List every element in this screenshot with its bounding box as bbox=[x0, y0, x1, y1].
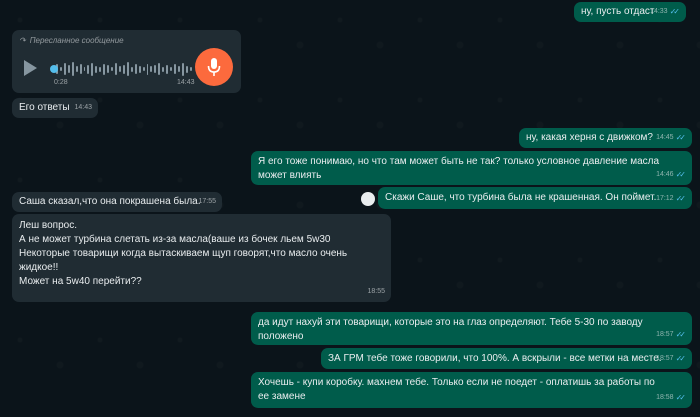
message-text: ЗА ГРМ тебе тоже говорили, что 100%. А в… bbox=[328, 353, 662, 364]
message-meta: 18:58 ✓✓ bbox=[656, 391, 686, 405]
message-text: Леш вопрос. А не может турбина слетать и… bbox=[19, 220, 348, 287]
message-time: 14:33 bbox=[650, 8, 668, 15]
message-text: Я его тоже понимаю, но что там может быт… bbox=[258, 156, 662, 181]
message-meta: 14:46 ✓✓ bbox=[656, 168, 686, 182]
read-ticks-icon: ✓✓ bbox=[675, 354, 687, 363]
message-text: Саша сказал,что она покрашена была. bbox=[19, 196, 201, 207]
message-outgoing[interactable]: Я его тоже понимаю, но что там может быт… bbox=[251, 151, 692, 185]
message-outgoing[interactable]: ЗА ГРМ тебе тоже говорили, что 100%. А в… bbox=[321, 348, 692, 369]
message-incoming[interactable]: Саша сказал,что она покрашена была. 17:5… bbox=[12, 192, 222, 212]
forward-arrow-icon: ↷ bbox=[19, 36, 26, 45]
message-outgoing[interactable]: да идут нахуй эти товарищи, которые это … bbox=[251, 312, 692, 345]
message-meta: 18:57 ✓✓ bbox=[656, 328, 686, 342]
message-meta: 18:57 ✓✓ bbox=[656, 352, 686, 366]
message-meta: 14:33 ✓✓ bbox=[650, 5, 680, 19]
message-meta: 14:45 ✓✓ bbox=[656, 131, 686, 145]
message-text: Хочешь - купи коробку. махнем тебе. Толь… bbox=[258, 377, 658, 402]
message-meta: 17:12 ✓✓ bbox=[656, 192, 686, 206]
message-text: Его ответы bbox=[19, 102, 70, 113]
read-ticks-icon: ✓✓ bbox=[675, 170, 687, 179]
audio-duration: 0:28 bbox=[54, 79, 68, 86]
read-ticks-icon: ✓✓ bbox=[669, 7, 681, 16]
read-ticks-icon: ✓✓ bbox=[675, 133, 687, 142]
message-outgoing[interactable]: ну, какая херня с движком? 14:45 ✓✓ bbox=[519, 128, 692, 148]
message-outgoing[interactable]: Хочешь - купи коробку. махнем тебе. Толь… bbox=[251, 372, 692, 408]
message-outgoing[interactable]: ну, пусть отдаст 14:33 ✓✓ bbox=[574, 2, 686, 22]
message-meta: 18:55 bbox=[367, 285, 385, 299]
message-time: 17:12 bbox=[656, 195, 674, 202]
message-outgoing[interactable]: Скажи Саше, что турбина была не крашенна… bbox=[378, 187, 692, 209]
message-time: 14:43 bbox=[177, 79, 195, 86]
message-text: ну, какая херня с движком? bbox=[526, 132, 653, 143]
reaction-emoji-icon[interactable] bbox=[361, 192, 375, 206]
message-time: 18:55 bbox=[367, 288, 385, 295]
forward-label-text: Пересланное сообщение bbox=[29, 36, 124, 45]
audio-waveform[interactable] bbox=[52, 61, 192, 77]
message-meta: 17:55 bbox=[198, 195, 216, 209]
message-text: ну, пусть отдаст bbox=[581, 6, 655, 17]
message-time: 18:58 bbox=[656, 394, 674, 401]
voice-avatar-mic-icon bbox=[195, 48, 233, 86]
forwarded-label: ↷ Пересланное сообщение bbox=[19, 34, 234, 48]
message-time: 14:43 bbox=[74, 104, 92, 111]
message-meta: 14:43 bbox=[74, 101, 92, 115]
message-time: 18:57 bbox=[656, 331, 674, 338]
playback-position-dot[interactable] bbox=[50, 65, 58, 73]
message-time: 14:45 bbox=[656, 134, 674, 141]
message-incoming[interactable]: Его ответы 14:43 bbox=[12, 98, 98, 118]
voice-message[interactable]: ↷ Пересланное сообщение 0:28 14:43 bbox=[12, 30, 241, 93]
message-text: да идут нахуй эти товарищи, которые это … bbox=[258, 317, 646, 342]
message-time: 14:46 bbox=[656, 171, 674, 178]
read-ticks-icon: ✓✓ bbox=[675, 194, 687, 203]
message-incoming[interactable]: Леш вопрос. А не может турбина слетать и… bbox=[12, 214, 391, 302]
read-ticks-icon: ✓✓ bbox=[675, 393, 687, 402]
message-time: 18:57 bbox=[656, 355, 674, 362]
read-ticks-icon: ✓✓ bbox=[675, 330, 687, 339]
message-time: 17:55 bbox=[198, 198, 216, 205]
play-icon[interactable] bbox=[24, 60, 37, 76]
message-text: Скажи Саше, что турбина была не крашенна… bbox=[385, 192, 657, 203]
